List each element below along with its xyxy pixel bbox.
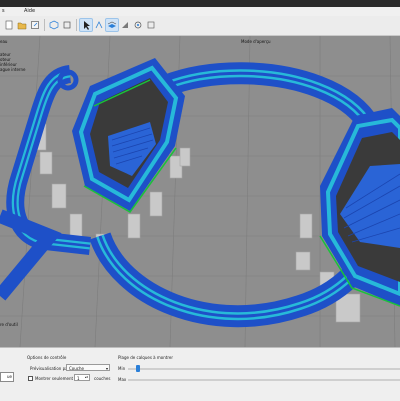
menu-item-partial[interactable]: s <box>2 8 5 14</box>
show-only-label: Montrer seulement <box>35 376 74 381</box>
min-label: Min <box>118 366 126 371</box>
preview-viewport[interactable]: Mode d'aperçu eau ateur oteur inférieur … <box>0 36 400 347</box>
layers-label: couches <box>94 376 111 381</box>
open-folder-icon[interactable] <box>16 19 28 31</box>
settings-icon[interactable] <box>145 19 157 31</box>
control-panel: Options de contrôle Prévisualisation par… <box>0 347 400 401</box>
toolbox-label: re d'outil <box>0 322 18 327</box>
toolbar-separator <box>44 19 45 31</box>
show-only-checkbox[interactable] <box>28 376 33 381</box>
left-shield-part <box>72 58 185 213</box>
toolbar-separator <box>76 19 77 31</box>
preview-by-select[interactable]: Couche ▾ <box>66 364 110 371</box>
max-layer-slider[interactable] <box>128 379 400 381</box>
layer-view-icon[interactable] <box>105 18 119 32</box>
move-tool-icon[interactable] <box>93 19 105 31</box>
toolbar <box>0 16 400 36</box>
left-hook-part <box>0 65 91 301</box>
layers-count-spinner[interactable]: 1 ▴▾ <box>74 374 90 381</box>
left-panel-button[interactable]: ue <box>0 372 14 382</box>
window-titlebar <box>0 0 400 7</box>
rotate-tool-icon[interactable] <box>119 19 131 31</box>
layers-count-value: 1 <box>77 376 80 381</box>
object-list-item: ague interne <box>0 67 26 72</box>
min-layer-slider[interactable] <box>128 368 400 370</box>
control-options-heading: Options de contrôle <box>27 355 67 360</box>
preview-by-label: Prévisualisation par <box>30 366 70 371</box>
export-icon[interactable] <box>29 19 41 31</box>
preview-mode-label: Mode d'aperçu <box>241 39 271 44</box>
view-cube-icon[interactable] <box>61 19 73 31</box>
chevron-down-icon: ▾ <box>105 366 108 371</box>
min-layer-slider-handle[interactable] <box>136 365 141 372</box>
object-list-item: eau <box>0 39 8 44</box>
menu-item-help[interactable]: Aide <box>24 8 35 14</box>
layer-preview-scene <box>0 36 400 347</box>
layer-range-heading: Plage de calques à montrer <box>118 355 174 360</box>
preview-by-value: Couche <box>69 366 84 371</box>
scale-tool-icon[interactable] <box>132 19 144 31</box>
new-file-icon[interactable] <box>3 19 15 31</box>
spinner-arrows-icon: ▴▾ <box>84 375 88 379</box>
max-label: Max <box>118 377 127 382</box>
select-tool-icon[interactable] <box>79 18 93 32</box>
left-panel-button-label: ue <box>7 374 12 379</box>
view-3d-icon[interactable] <box>48 19 60 31</box>
